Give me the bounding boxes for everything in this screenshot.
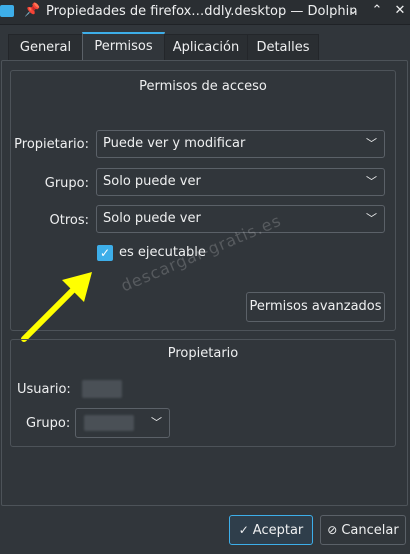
cancel-button[interactable]: ⊘ Cancelar bbox=[320, 515, 406, 545]
tab-general[interactable]: General bbox=[8, 34, 83, 60]
chevron-down-icon: ﹀ bbox=[151, 416, 162, 429]
check-icon: ✓ bbox=[99, 246, 111, 260]
group-permission-select[interactable]: Solo puede ver ﹀ bbox=[96, 168, 385, 196]
owner-permission-value: Puede ver y modificar bbox=[103, 136, 246, 151]
chevron-up-icon[interactable]: ⌃ bbox=[368, 2, 386, 20]
user-value-redacted bbox=[82, 380, 122, 398]
owner-permission-label: Propietario: bbox=[14, 137, 89, 152]
executable-checkbox[interactable]: ✓ bbox=[97, 245, 113, 261]
folder-app-icon bbox=[0, 5, 14, 17]
advanced-permissions-button[interactable]: Permisos avanzados bbox=[246, 292, 385, 322]
cancel-icon: ⊘ bbox=[327, 523, 338, 537]
owner-group-select[interactable]: ﹀ bbox=[75, 408, 170, 438]
tab-detalles[interactable]: Detalles bbox=[247, 34, 319, 60]
chevron-down-icon: ﹀ bbox=[366, 212, 377, 225]
annotation-arrow-icon bbox=[21, 272, 92, 342]
accept-label: Aceptar bbox=[252, 523, 304, 538]
pin-icon[interactable]: 📌 bbox=[24, 3, 40, 18]
window-title: Propiedades de firefox…ddly.desktop — Do… bbox=[46, 4, 358, 19]
others-permission-value: Solo puede ver bbox=[103, 211, 201, 226]
others-permission-label: Otros: bbox=[49, 213, 90, 228]
user-label: Usuario: bbox=[17, 382, 71, 397]
owner-permission-select[interactable]: Puede ver y modificar ﹀ bbox=[96, 130, 385, 158]
tab-aplicacion[interactable]: Aplicación bbox=[164, 34, 248, 60]
close-icon[interactable]: ✕ bbox=[391, 2, 409, 20]
owner-group-label: Grupo: bbox=[26, 416, 71, 431]
check-icon: ✓ bbox=[238, 523, 249, 537]
chevron-down-icon: ﹀ bbox=[366, 137, 377, 150]
tab-permisos[interactable]: Permisos bbox=[82, 32, 165, 60]
chevron-down-icon: ﹀ bbox=[366, 175, 377, 188]
cancel-label: Cancelar bbox=[341, 523, 399, 538]
title-bar: 📌 Propiedades de firefox…ddly.desktop — … bbox=[0, 0, 410, 25]
chevron-down-icon[interactable]: ⌄ bbox=[344, 2, 362, 20]
group-title: Permisos de acceso bbox=[139, 79, 267, 94]
group-title: Propietario bbox=[167, 346, 239, 361]
accept-button[interactable]: ✓ Aceptar bbox=[229, 515, 313, 545]
group-permission-value: Solo puede ver bbox=[103, 174, 201, 189]
group-permission-label: Grupo: bbox=[44, 176, 89, 191]
group-value-redacted bbox=[84, 415, 134, 431]
